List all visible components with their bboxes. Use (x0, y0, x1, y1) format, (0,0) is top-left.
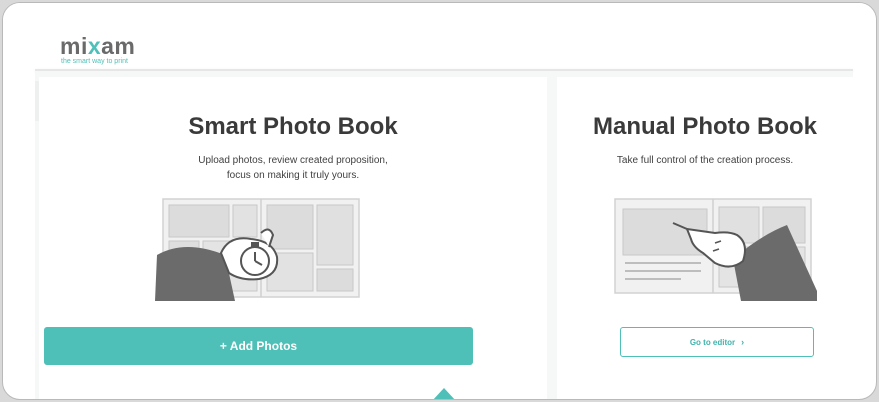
manual-photo-book-title: Manual Photo Book (593, 113, 817, 140)
mixam-logo[interactable]: mixam the smart way to print (60, 33, 170, 67)
smart-photo-book-card: Smart Photo Book Upload photos, review c… (39, 77, 547, 399)
chevron-right-icon: › (741, 337, 745, 347)
site-header: mixam the smart way to print (3, 3, 876, 69)
manual-photo-book-description: Take full control of the creation proces… (616, 155, 794, 166)
manual-photo-book-card: Manual Photo Book Take full control of t… (557, 77, 853, 399)
hand-pointing-photo-book-icon (614, 198, 817, 301)
logo-wordmark: mixam (60, 33, 136, 59)
smart-photo-book-description: Upload photos, review created propositio… (198, 155, 388, 181)
logo-tagline: the smart way to print (61, 58, 128, 65)
add-photos-button[interactable]: + Add Photos (44, 327, 473, 365)
photo-book-options: Smart Photo Book Upload photos, review c… (35, 71, 853, 399)
browser-frame: mixam the smart way to print Smart Photo… (2, 2, 877, 400)
hand-with-timer-photo-book-icon (155, 198, 360, 301)
selection-pointer-icon (432, 388, 456, 399)
go-to-editor-label: Go to editor (689, 338, 736, 347)
smart-photo-book-title: Smart Photo Book (188, 113, 398, 140)
go-to-editor-button[interactable]: Go to editor › (620, 327, 814, 357)
